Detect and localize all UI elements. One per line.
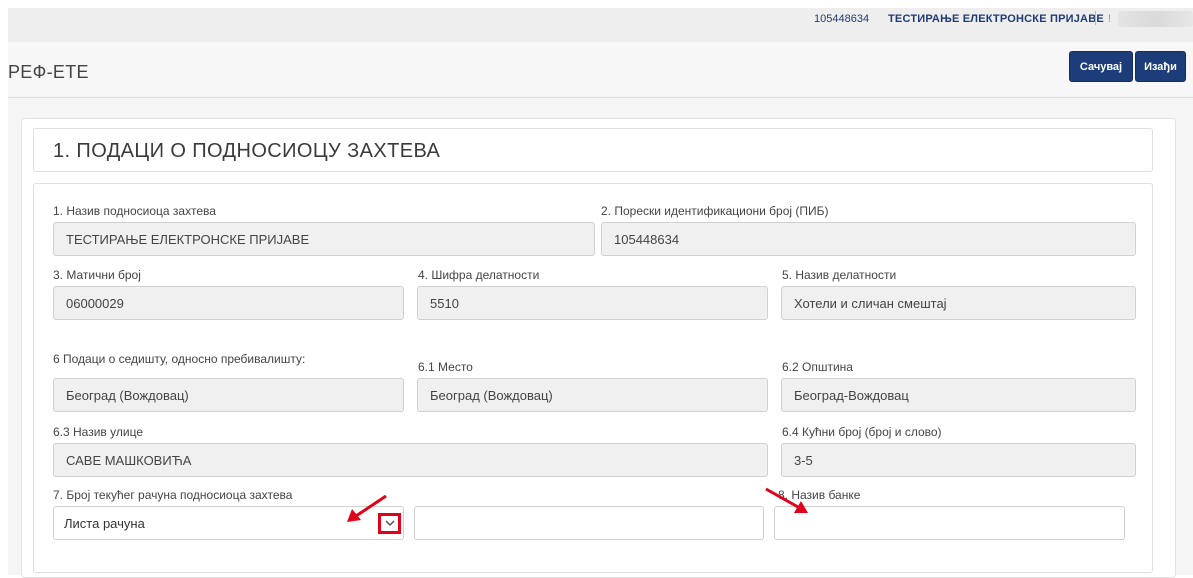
place-label: 6.1 Место <box>418 360 473 374</box>
activity-code-label: 4. Шифра делатности <box>418 268 540 282</box>
mb-label: 3. Матични број <box>53 268 141 282</box>
bank-name-input[interactable] <box>774 506 1125 540</box>
account-select-value: Листа рачуна <box>64 515 145 531</box>
section-title: 1. ПОДАЦИ О ПОДНОСИОЦУ ЗАХТЕВА <box>53 140 441 162</box>
redacted-user-info <box>1118 11 1193 27</box>
save-button[interactable]: Сачувај <box>1069 51 1133 82</box>
mb-field[interactable]: 06000029 <box>53 286 404 320</box>
account-number-input[interactable] <box>414 506 764 540</box>
section-header: 1. ПОДАЦИ О ПОДНОСИОЦУ ЗАХТЕВА <box>33 128 1153 172</box>
form-panel: 1. ПОДАЦИ О ПОДНОСИОЦУ ЗАХТЕВА 1. Назив … <box>21 118 1176 578</box>
applicant-form: 1. Назив подносиоца захтева ТЕСТИРАЊЕ ЕЛ… <box>33 183 1153 573</box>
municipality-field[interactable]: Београд-Вождовац <box>781 378 1136 412</box>
user-pib: 105448634 <box>814 13 870 25</box>
name-field[interactable]: ТЕСТИРАЊЕ ЕЛЕКТРОНСКЕ ПРИЈАВЕ <box>53 222 595 256</box>
street-field[interactable]: САВЕ МАШКОВИЋА <box>53 443 768 477</box>
chevron-glyph <box>384 520 395 527</box>
pib-label: 2. Порески идентификациони број (ПИБ) <box>601 204 829 218</box>
bank-label: 8. Назив банке <box>778 488 861 502</box>
house-label: 6.4 Кућни број (број и слово) <box>782 425 942 439</box>
account-label: 7. Број текућег рачуна подносиоца захтев… <box>53 488 293 502</box>
content-area: 1. ПОДАЦИ О ПОДНОСИОЦУ ЗАХТЕВА 1. Назив … <box>8 98 1193 578</box>
place-field[interactable]: Београд (Вождовац) <box>417 378 768 412</box>
seat-field[interactable]: Београд (Вождовац) <box>53 378 404 412</box>
municipality-label: 6.2 Општина <box>782 360 853 374</box>
activity-code-field[interactable]: 5510 <box>417 286 768 320</box>
topbar-separator <box>1095 11 1096 25</box>
user-company: ТЕСТИРАЊЕ ЕЛЕКТРОНСКЕ ПРИЈАВЕ <box>888 13 1104 25</box>
activity-name-label: 5. Назив делатности <box>782 268 897 282</box>
chevron-down-icon[interactable] <box>378 513 401 534</box>
house-field[interactable]: 3-5 <box>781 443 1136 477</box>
page-header: РЕФ-ЕТЕ Сачувај Изађи <box>8 42 1193 98</box>
pib-field[interactable]: 105448634 <box>601 222 1136 256</box>
top-bar: 105448634 ТЕСТИРАЊЕ ЕЛЕКТРОНСКЕ ПРИЈАВЕ … <box>8 8 1193 42</box>
page-title: РЕФ-ЕТЕ <box>8 62 89 82</box>
street-label: 6.3 Назив улице <box>53 425 143 439</box>
account-select[interactable]: Листа рачуна <box>53 506 404 540</box>
exit-button[interactable]: Изађи <box>1135 51 1186 82</box>
topbar-separator-char: ! <box>1108 13 1112 25</box>
activity-name-field[interactable]: Хотели и сличан смештај <box>781 286 1136 320</box>
seat-label: 6 Подаци о седишту, односно пребивалишту… <box>53 352 306 366</box>
name-label: 1. Назив подносиоца захтева <box>53 204 216 218</box>
